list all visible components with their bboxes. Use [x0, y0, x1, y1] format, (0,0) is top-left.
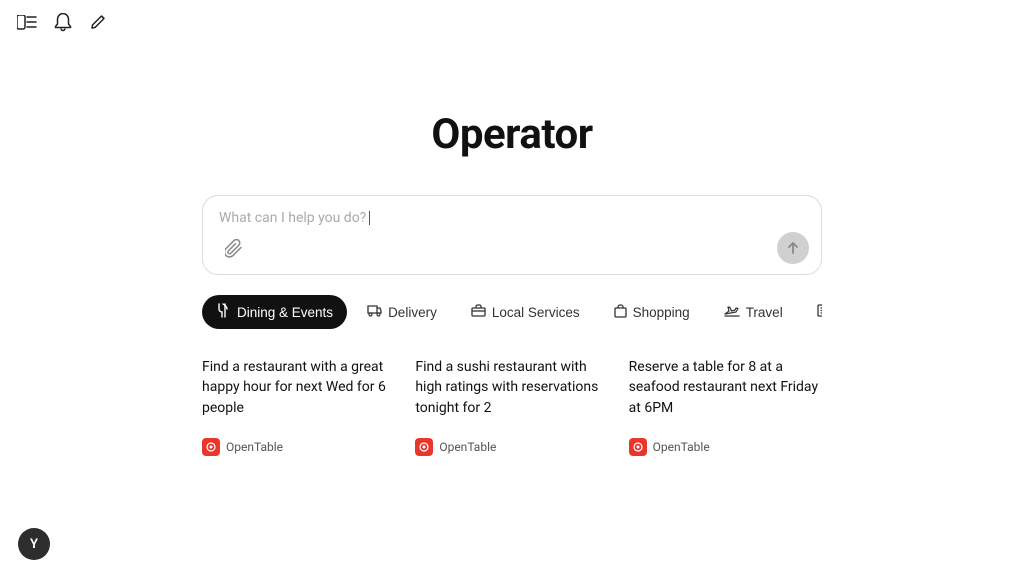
- category-tabs: Dining & Events Delivery Lo: [202, 295, 822, 329]
- source-label-0: OpenTable: [226, 440, 283, 454]
- source-label-1: OpenTable: [439, 440, 496, 454]
- source-label-2: OpenTable: [653, 440, 710, 454]
- toolbar: [16, 12, 110, 34]
- search-placeholder: What can I help you do?: [219, 210, 805, 226]
- suggestion-source-2: OpenTable: [629, 438, 822, 456]
- opentable-icon-1: [415, 438, 433, 456]
- suggestion-source-1: OpenTable: [415, 438, 608, 456]
- tab-dining-events[interactable]: Dining & Events: [202, 295, 347, 329]
- suggestion-card-1[interactable]: Find a sushi restaurant with high rating…: [415, 357, 608, 456]
- news-icon: [817, 304, 822, 320]
- text-cursor: [369, 211, 370, 225]
- tab-travel-label: Travel: [746, 305, 783, 320]
- page-title: Operator: [431, 110, 592, 159]
- local-icon: [471, 304, 486, 320]
- tab-delivery-label: Delivery: [388, 305, 437, 320]
- sidebar-toggle-icon[interactable]: [16, 12, 38, 34]
- shopping-icon: [614, 304, 627, 321]
- tab-shopping[interactable]: Shopping: [600, 296, 704, 329]
- suggestion-text-1: Find a sushi restaurant with high rating…: [415, 357, 608, 418]
- search-container: What can I help you do?: [202, 195, 822, 275]
- suggestion-text-0: Find a restaurant with a great happy hou…: [202, 357, 395, 418]
- main-content: Operator What can I help you do?: [0, 0, 1024, 456]
- suggestion-card-0[interactable]: Find a restaurant with a great happy hou…: [202, 357, 395, 456]
- submit-button[interactable]: [777, 232, 809, 264]
- tab-local-services[interactable]: Local Services: [457, 296, 594, 328]
- tab-shopping-label: Shopping: [633, 305, 690, 320]
- opentable-icon-0: [202, 438, 220, 456]
- tab-news[interactable]: Ne: [803, 296, 822, 328]
- search-actions: [219, 234, 805, 264]
- suggestion-card-2[interactable]: Reserve a table for 8 at a seafood resta…: [629, 357, 822, 456]
- tab-local-label: Local Services: [492, 305, 580, 320]
- opentable-icon-2: [629, 438, 647, 456]
- compose-icon[interactable]: [88, 12, 110, 34]
- travel-icon: [724, 304, 740, 320]
- attach-button[interactable]: [219, 234, 249, 264]
- suggestion-text-2: Reserve a table for 8 at a seafood resta…: [629, 357, 822, 418]
- tab-delivery[interactable]: Delivery: [353, 296, 451, 328]
- suggestions-list: Find a restaurant with a great happy hou…: [202, 357, 822, 456]
- bell-icon[interactable]: [52, 12, 74, 34]
- dining-icon: [216, 303, 231, 321]
- tab-travel[interactable]: Travel: [710, 296, 797, 328]
- delivery-icon: [367, 304, 382, 320]
- tab-dining-label: Dining & Events: [237, 305, 333, 320]
- user-avatar[interactable]: Y: [18, 528, 50, 560]
- suggestion-source-0: OpenTable: [202, 438, 395, 456]
